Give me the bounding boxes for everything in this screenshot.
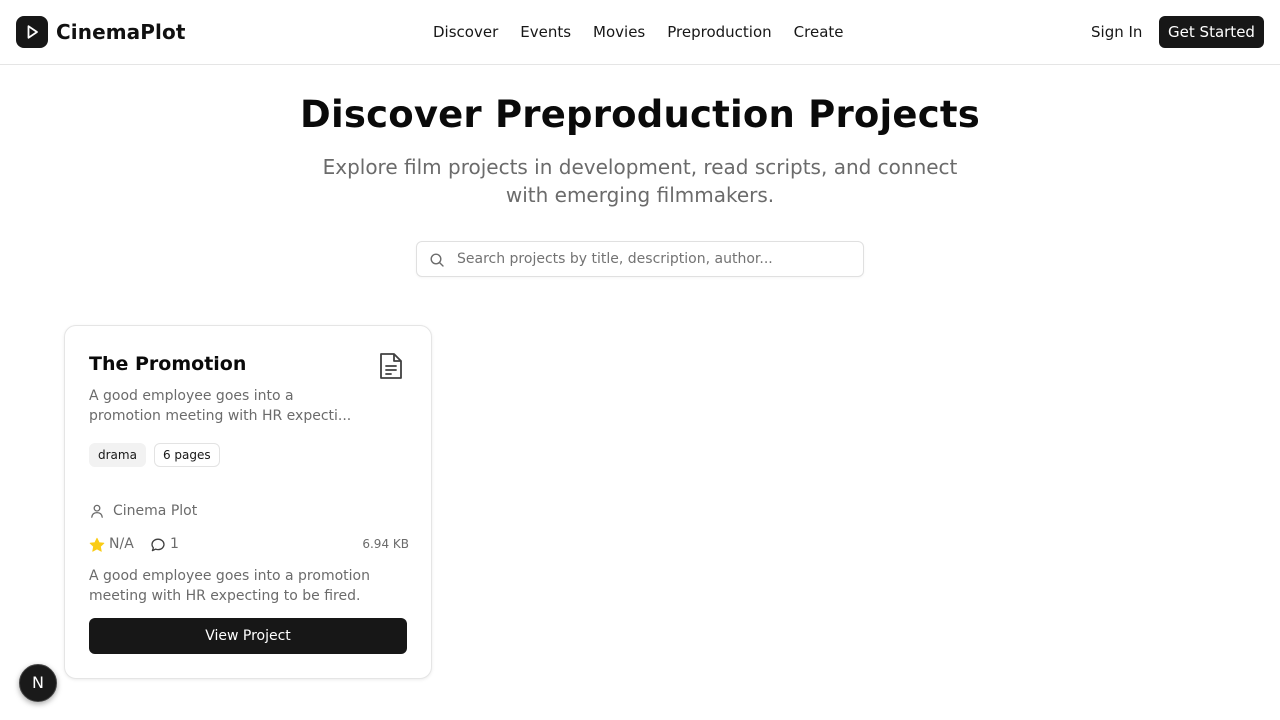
nav-item-discover[interactable]: Discover [422,22,509,42]
view-project-button[interactable]: View Project [89,618,407,654]
rating-value: N/A [109,536,134,552]
nav-item-movies[interactable]: Movies [582,22,656,42]
project-stats: N/A 1 6.94 KB [89,535,409,555]
project-card[interactable]: The Promotion A good employee goes into … [64,325,432,679]
user-icon [89,503,105,519]
project-summary: A good employee goes into a promotion me… [89,568,370,604]
nav-item-create[interactable]: Create [783,22,855,42]
main-nav: Discover Events Movies Preproduction Cre… [422,0,855,64]
search-bar [416,241,864,277]
next-dev-badge[interactable]: N [19,664,57,702]
page-title: Discover Preproduction Projects [300,93,980,136]
brand-logo[interactable]: CinemaPlot [16,16,186,48]
file-size: 6.94 KB [362,537,409,551]
document-icon [377,351,405,381]
nav-item-preproduction[interactable]: Preproduction [656,22,782,42]
play-icon [16,16,48,48]
get-started-button[interactable]: Get Started [1159,16,1264,48]
nav-item-events[interactable]: Events [509,22,582,42]
pages-tag: 6 pages [153,443,220,467]
project-tags: drama 6 pages [89,443,228,467]
project-description: A good employee goes into a promotion me… [89,388,352,424]
star-icon [89,537,105,553]
sign-in-button[interactable]: Sign In [1082,16,1151,48]
brand-name: CinemaPlot [56,20,186,44]
comment-icon [150,537,166,553]
top-header: CinemaPlot Discover Events Movies Prepro… [0,0,1280,65]
genre-tag: drama [89,443,146,467]
page-subtitle: Explore film projects in development, re… [322,155,958,207]
comment-count: 1 [170,536,179,552]
author-name: Cinema Plot [113,503,198,519]
search-input[interactable] [457,242,857,276]
search-icon [429,252,445,268]
project-author: Cinema Plot [89,503,197,519]
project-title[interactable]: The Promotion [89,353,246,375]
